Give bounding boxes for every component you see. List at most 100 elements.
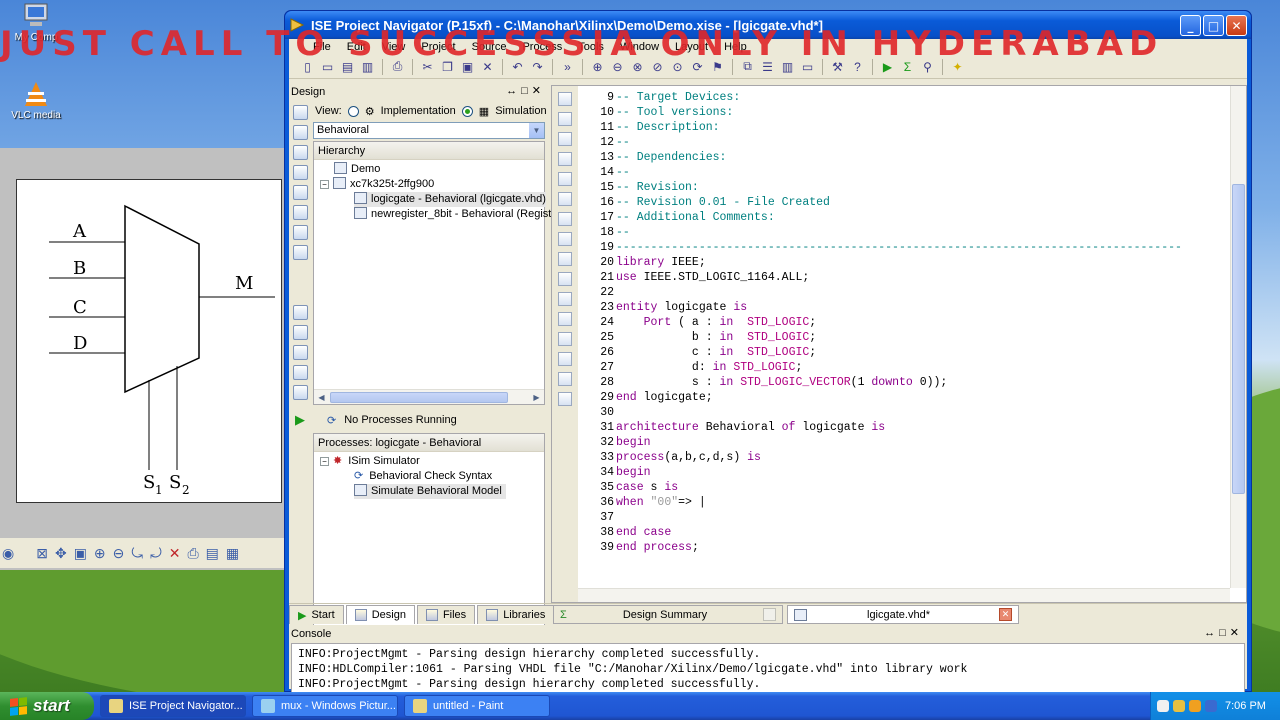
properties-icon[interactable] bbox=[292, 205, 308, 220]
save-icon[interactable]: ▤ bbox=[206, 545, 219, 562]
ise-window[interactable]: ISE Project Navigator (P.15xf) - C:\Mano… bbox=[284, 10, 1252, 703]
code-line[interactable]: b : in STD_LOGIC; bbox=[616, 330, 1226, 345]
bookmark-icon[interactable] bbox=[558, 192, 572, 206]
code-line[interactable]: ----------------------------------------… bbox=[616, 240, 1226, 255]
behavioral-select[interactable]: Behavioral ▼ bbox=[313, 122, 545, 139]
paint-canvas[interactable]: A B C D M S 1 S 2 bbox=[16, 179, 282, 503]
code-line[interactable]: -- Target Devices: bbox=[616, 90, 1226, 105]
code-line[interactable] bbox=[616, 405, 1226, 420]
process-isim[interactable]: − ✸ ISim Simulator bbox=[320, 454, 420, 469]
tab-lgicgate-file[interactable]: lgicgate.vhd* ✕ bbox=[787, 605, 1019, 624]
rerun-icon[interactable] bbox=[292, 325, 308, 340]
scroll-left-icon[interactable]: ◀ bbox=[315, 391, 328, 404]
open-icon[interactable]: ▦ bbox=[226, 545, 239, 562]
shield-icon[interactable] bbox=[1173, 700, 1185, 712]
tree-item-newregister[interactable]: newregister_8bit - Behavioral (Registe bbox=[354, 207, 557, 222]
editor-vscrollbar[interactable] bbox=[1230, 86, 1246, 588]
code-line[interactable]: process(a,b,c,d,s) is bbox=[616, 450, 1226, 465]
scroll-right-icon[interactable]: ▶ bbox=[530, 391, 543, 404]
zoom-in-icon[interactable]: ⊕ bbox=[94, 545, 106, 562]
code-line[interactable]: when "00"=> | bbox=[616, 495, 1226, 510]
find-icon[interactable] bbox=[292, 225, 308, 240]
code-line[interactable]: -- Revision 0.01 - File Created bbox=[616, 195, 1226, 210]
vlc-desktop-icon[interactable]: VLC media bbox=[6, 80, 66, 121]
task-paint[interactable]: untitled - Paint bbox=[404, 695, 550, 717]
stop-icon[interactable] bbox=[292, 345, 308, 360]
paint-window[interactable]: A B C D M S 1 S 2 ◉ ⊠ ✥ ▣ ⊕ ⊖ ⤿ ⤾ ✕ ⎙ ▤ … bbox=[0, 148, 290, 570]
record-icon[interactable] bbox=[558, 372, 572, 386]
zoom-out-icon[interactable]: ⊖ bbox=[113, 545, 125, 562]
properties-icon[interactable] bbox=[292, 365, 308, 380]
stop-icon[interactable] bbox=[558, 392, 572, 406]
language-templates-icon[interactable] bbox=[558, 272, 572, 286]
code-line[interactable]: entity logicgate is bbox=[616, 300, 1226, 315]
panel-window-controls-icon[interactable]: ↔□✕ bbox=[1204, 626, 1243, 639]
code-line[interactable]: -- bbox=[616, 225, 1226, 240]
simulation-radio[interactable] bbox=[461, 105, 473, 117]
code-line[interactable] bbox=[616, 285, 1226, 300]
panel-icon[interactable] bbox=[292, 245, 308, 260]
tab-design[interactable]: Design bbox=[345, 605, 415, 624]
tab-libraries[interactable]: Libraries bbox=[477, 605, 555, 624]
run-icon[interactable]: ▶ bbox=[295, 412, 305, 428]
editor-hscrollbar[interactable] bbox=[578, 588, 1230, 602]
rotate-back-icon[interactable]: ⤾ bbox=[150, 545, 162, 562]
panel-window-controls-icon[interactable]: ↔□✕ bbox=[506, 84, 545, 97]
code-line[interactable]: -- Tool versions: bbox=[616, 105, 1226, 120]
code-editor[interactable]: 9 10 11 12 13 14 15 16 17 18 19 20 21 22 23 24 25 26 27 28 2… bbox=[551, 85, 1247, 603]
code-line[interactable]: d: in STD_LOGIC; bbox=[616, 360, 1226, 375]
code-line[interactable]: case s is bbox=[616, 480, 1226, 495]
hierarchy-icon[interactable] bbox=[292, 165, 308, 180]
code-line[interactable]: -- bbox=[616, 135, 1226, 150]
code-line[interactable]: -- Description: bbox=[616, 120, 1226, 135]
tree-item-demo[interactable]: Demo bbox=[334, 162, 380, 177]
code-line[interactable]: use IEEE.STD_LOGIC_1164.ALL; bbox=[616, 270, 1226, 285]
tab-design-summary[interactable]: Σ Design Summary bbox=[553, 605, 783, 624]
wand-icon[interactable] bbox=[558, 292, 572, 306]
uncomment-icon[interactable] bbox=[558, 152, 572, 166]
start-button[interactable]: start bbox=[0, 692, 94, 720]
code-line[interactable]: -- Dependencies: bbox=[616, 150, 1226, 165]
process-check-syntax[interactable]: ⟳ Behavioral Check Syntax bbox=[354, 469, 492, 484]
clear-bookmarks-icon[interactable] bbox=[558, 352, 572, 366]
task-ise[interactable]: ISE Project Navigator... bbox=[100, 695, 246, 717]
code-line[interactable]: begin bbox=[616, 435, 1226, 450]
actual-size-icon[interactable]: ✥ bbox=[55, 545, 67, 562]
tree-item-device[interactable]: − xc7k325t-2ffg900 bbox=[320, 177, 434, 192]
code-line[interactable]: architecture Behavioral of logicgate is bbox=[616, 420, 1226, 435]
code-line[interactable]: Port ( a : in STD_LOGIC; bbox=[616, 315, 1226, 330]
process-simulate[interactable]: Simulate Behavioral Model bbox=[354, 484, 506, 499]
undo-icon[interactable] bbox=[558, 172, 572, 186]
indent-icon[interactable] bbox=[558, 92, 572, 106]
collapse-icon[interactable]: − bbox=[320, 180, 329, 189]
close-tab-icon[interactable]: ✕ bbox=[999, 608, 1012, 621]
comment-icon[interactable] bbox=[558, 132, 572, 146]
code-line[interactable] bbox=[616, 510, 1226, 525]
close-tab-icon[interactable] bbox=[763, 608, 776, 621]
tab-files[interactable]: Files bbox=[416, 605, 476, 624]
code-line[interactable]: -- Additional Comments: bbox=[616, 210, 1226, 225]
add-source-icon[interactable] bbox=[292, 125, 308, 140]
next-icon[interactable]: ◉ bbox=[2, 545, 14, 562]
open-source-icon[interactable] bbox=[292, 185, 308, 200]
slideshow-icon[interactable]: ▣ bbox=[74, 545, 87, 562]
collapse-icon[interactable]: − bbox=[320, 457, 329, 466]
new-source-icon[interactable] bbox=[292, 105, 308, 120]
code-line[interactable]: begin bbox=[616, 465, 1226, 480]
panel-icon[interactable] bbox=[292, 385, 308, 400]
hierarchy-hscrollbar[interactable]: ◀ ▶ bbox=[314, 389, 544, 404]
replace-icon[interactable] bbox=[558, 252, 572, 266]
print-icon[interactable]: ⎙ bbox=[187, 545, 198, 562]
tray-icon[interactable] bbox=[1157, 700, 1169, 712]
task-picture-viewer[interactable]: mux - Windows Pictur... bbox=[252, 695, 398, 717]
run-process-icon[interactable] bbox=[292, 305, 308, 320]
delete-icon[interactable]: ✕ bbox=[169, 545, 181, 562]
code-line[interactable]: end logicgate; bbox=[616, 390, 1226, 405]
implementation-radio[interactable] bbox=[347, 105, 359, 117]
bookmark-next-icon[interactable] bbox=[558, 312, 572, 326]
find-icon[interactable] bbox=[558, 232, 572, 246]
code-line[interactable]: s : in STD_LOGIC_VECTOR(1 downto 0)); bbox=[616, 375, 1226, 390]
rotate-icon[interactable]: ⤿ bbox=[131, 545, 143, 562]
code-text[interactable]: -- Target Devices: -- Tool versions: -- De… bbox=[616, 86, 1226, 586]
code-line[interactable]: end process; bbox=[616, 540, 1226, 555]
